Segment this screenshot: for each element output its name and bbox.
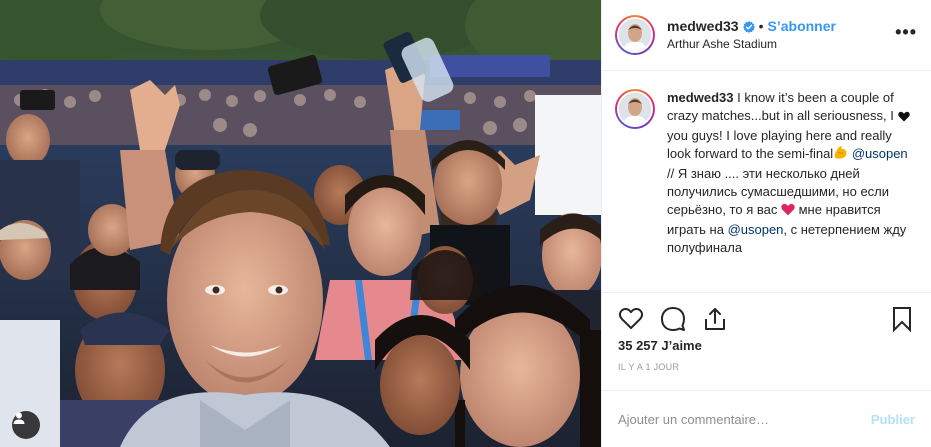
verified-badge-icon — [742, 20, 755, 33]
post-header: medwed33 • S’abonner Arthur Ashe Stadium… — [602, 0, 931, 71]
publish-button[interactable]: Publier — [871, 412, 915, 427]
follow-button[interactable]: S’abonner — [768, 17, 836, 35]
comments-section: medwed33 I know it’s been a couple of cr… — [602, 71, 931, 292]
comment-input[interactable] — [618, 411, 871, 427]
post-details-panel: medwed33 • S’abonner Arthur Ashe Stadium… — [601, 0, 931, 447]
caption-text: medwed33 I know it’s been a couple of cr… — [667, 89, 915, 257]
caption-comment: medwed33 I know it’s been a couple of cr… — [615, 89, 915, 257]
author-username[interactable]: medwed33 — [667, 17, 739, 35]
instagram-post: medwed33 • S’abonner Arthur Ashe Stadium… — [0, 0, 931, 447]
likes-count[interactable]: 35 257 J’aime — [618, 338, 915, 353]
caption-avatar-image — [617, 91, 653, 127]
more-options-button[interactable]: ••• — [895, 23, 917, 43]
author-avatar[interactable] — [615, 15, 655, 55]
black-heart-emoji — [897, 109, 910, 127]
bookmark-icon[interactable] — [889, 306, 915, 332]
share-icon[interactable] — [702, 306, 728, 332]
actions-section: 35 257 J’aime IL Y A 1 JOUR — [602, 292, 931, 390]
red-heart-emoji — [781, 203, 795, 221]
author-avatar-image — [617, 17, 653, 53]
post-timestamp[interactable]: IL Y A 1 JOUR — [618, 362, 915, 372]
usopen-mention-link[interactable]: @usopen — [852, 146, 908, 161]
usopen-mention-link-2[interactable]: @usopen — [728, 222, 784, 237]
selfie-photo-illustration — [0, 0, 601, 447]
comment-icon[interactable] — [660, 306, 686, 332]
caption-avatar[interactable] — [615, 89, 655, 129]
post-photo[interactable] — [0, 0, 601, 447]
user-tag-icon[interactable] — [12, 411, 40, 439]
comment-form: Publier — [602, 390, 931, 447]
flexed-biceps-emoji — [833, 145, 848, 165]
caption-username[interactable]: medwed33 — [667, 90, 733, 105]
heart-icon[interactable] — [618, 306, 644, 332]
header-separator: • — [758, 18, 764, 34]
action-bar — [618, 293, 915, 342]
post-location[interactable]: Arthur Ashe Stadium — [667, 35, 836, 53]
